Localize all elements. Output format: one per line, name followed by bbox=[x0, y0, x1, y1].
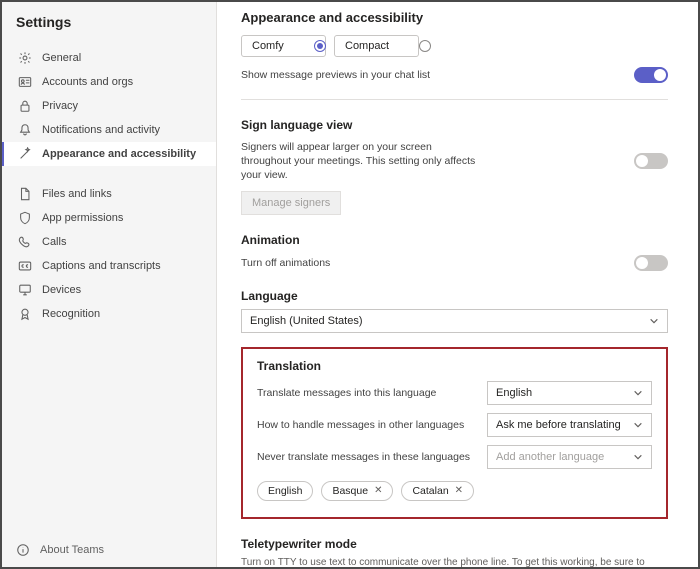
animation-heading: Animation bbox=[241, 233, 668, 247]
sidebar-item-label: Recognition bbox=[42, 308, 100, 320]
previews-row: Show message previews in your chat list bbox=[241, 67, 668, 83]
never-translate-chips: English Basque ✕ Catalan ✕ bbox=[257, 481, 652, 501]
tty-desc: Turn on TTY to use text to communicate o… bbox=[241, 557, 661, 567]
monitor-icon bbox=[18, 283, 32, 297]
never-translate-label: Never translate messages in these langua… bbox=[257, 451, 470, 463]
sidebar-item-label: Files and links bbox=[42, 188, 112, 200]
close-icon[interactable]: ✕ bbox=[455, 485, 463, 496]
chevron-down-icon bbox=[633, 452, 643, 462]
animation-toggle[interactable] bbox=[634, 255, 668, 271]
density-options: Comfy Compact bbox=[241, 35, 668, 57]
sidebar-item-calls[interactable]: Calls bbox=[2, 230, 216, 254]
tty-heading: Teletypewriter mode bbox=[241, 537, 668, 551]
sidebar-item-files[interactable]: Files and links bbox=[2, 182, 216, 206]
shield-icon bbox=[18, 211, 32, 225]
translate-handle-value: Ask me before translating bbox=[496, 419, 621, 431]
never-translate-placeholder: Add another language bbox=[496, 451, 604, 463]
sidebar-item-devices[interactable]: Devices bbox=[2, 278, 216, 302]
sidebar-item-general[interactable]: General bbox=[2, 46, 216, 70]
density-comfy[interactable]: Comfy bbox=[241, 35, 326, 57]
wand-icon bbox=[18, 147, 32, 161]
divider bbox=[241, 99, 668, 100]
chip-label: English bbox=[268, 485, 302, 497]
sidebar-item-label: App permissions bbox=[42, 212, 123, 224]
ribbon-icon bbox=[18, 307, 32, 321]
radio-unchecked-icon bbox=[419, 40, 431, 52]
info-icon bbox=[16, 543, 30, 557]
document-icon bbox=[18, 187, 32, 201]
sidebar-group-1: General Accounts and orgs Privacy Notifi… bbox=[2, 46, 216, 166]
radio-checked-icon bbox=[314, 40, 326, 52]
density-compact[interactable]: Compact bbox=[334, 35, 419, 57]
chip-label: Basque bbox=[332, 485, 368, 497]
signlang-toggle[interactable] bbox=[634, 153, 668, 169]
chip-english[interactable]: English bbox=[257, 481, 313, 501]
about-label: About Teams bbox=[40, 544, 104, 556]
translate-into-label: Translate messages into this language bbox=[257, 387, 436, 399]
previews-label: Show message previews in your chat list bbox=[241, 69, 430, 81]
animation-label: Turn off animations bbox=[241, 257, 330, 269]
sidebar-footer-about[interactable]: About Teams bbox=[2, 533, 216, 567]
never-translate-row: Never translate messages in these langua… bbox=[257, 445, 652, 469]
sidebar-item-notifications[interactable]: Notifications and activity bbox=[2, 118, 216, 142]
translation-section: Translation Translate messages into this… bbox=[241, 347, 668, 519]
sidebar-item-appearance[interactable]: Appearance and accessibility bbox=[2, 142, 216, 166]
density-label: Compact bbox=[345, 40, 389, 52]
manage-signers-button[interactable]: Manage signers bbox=[241, 191, 341, 215]
sidebar-item-label: Captions and transcripts bbox=[42, 260, 161, 272]
sidebar-item-recognition[interactable]: Recognition bbox=[2, 302, 216, 326]
settings-main: Appearance and accessibility Comfy Compa… bbox=[217, 2, 698, 567]
page-title: Appearance and accessibility bbox=[241, 10, 668, 25]
settings-sidebar: Settings General Accounts and orgs Priva… bbox=[2, 2, 217, 567]
signlang-heading: Sign language view bbox=[241, 118, 668, 132]
animation-row: Turn off animations bbox=[241, 255, 668, 271]
sidebar-item-privacy[interactable]: Privacy bbox=[2, 94, 216, 118]
translate-handle-label: How to handle messages in other language… bbox=[257, 419, 464, 431]
chevron-down-icon bbox=[633, 388, 643, 398]
sidebar-item-label: Notifications and activity bbox=[42, 124, 160, 136]
sidebar-item-label: Appearance and accessibility bbox=[42, 148, 196, 160]
id-card-icon bbox=[18, 75, 32, 89]
language-value: English (United States) bbox=[250, 315, 363, 327]
density-label: Comfy bbox=[252, 40, 284, 52]
sidebar-item-captions[interactable]: Captions and transcripts bbox=[2, 254, 216, 278]
sidebar-title: Settings bbox=[2, 10, 216, 42]
sidebar-item-label: Devices bbox=[42, 284, 81, 296]
bell-icon bbox=[18, 123, 32, 137]
signlang-desc: Signers will appear larger on your scree… bbox=[241, 140, 481, 183]
sidebar-group-2: Files and links App permissions Calls Ca… bbox=[2, 182, 216, 326]
sidebar-item-accounts[interactable]: Accounts and orgs bbox=[2, 70, 216, 94]
cc-icon bbox=[18, 259, 32, 273]
chip-basque[interactable]: Basque ✕ bbox=[321, 481, 393, 501]
sidebar-item-label: General bbox=[42, 52, 81, 64]
translate-into-select[interactable]: English bbox=[487, 381, 652, 405]
translate-into-value: English bbox=[496, 387, 532, 399]
translate-handle-row: How to handle messages in other language… bbox=[257, 413, 652, 437]
close-icon[interactable]: ✕ bbox=[374, 485, 382, 496]
translate-into-row: Translate messages into this language En… bbox=[257, 381, 652, 405]
sidebar-item-label: Accounts and orgs bbox=[42, 76, 133, 88]
chevron-down-icon bbox=[633, 420, 643, 430]
previews-toggle[interactable] bbox=[634, 67, 668, 83]
sidebar-item-label: Calls bbox=[42, 236, 66, 248]
chip-label: Catalan bbox=[412, 485, 448, 497]
settings-window: Settings General Accounts and orgs Priva… bbox=[0, 0, 700, 569]
translation-heading: Translation bbox=[257, 359, 652, 373]
translate-handle-select[interactable]: Ask me before translating bbox=[487, 413, 652, 437]
language-heading: Language bbox=[241, 289, 668, 303]
phone-icon bbox=[18, 235, 32, 249]
lock-icon bbox=[18, 99, 32, 113]
never-translate-select[interactable]: Add another language bbox=[487, 445, 652, 469]
language-select[interactable]: English (United States) bbox=[241, 309, 668, 333]
signlang-row: Signers will appear larger on your scree… bbox=[241, 140, 668, 183]
sidebar-item-app-permissions[interactable]: App permissions bbox=[2, 206, 216, 230]
chevron-down-icon bbox=[649, 316, 659, 326]
gear-icon bbox=[18, 51, 32, 65]
sidebar-item-label: Privacy bbox=[42, 100, 78, 112]
chip-catalan[interactable]: Catalan ✕ bbox=[401, 481, 474, 501]
